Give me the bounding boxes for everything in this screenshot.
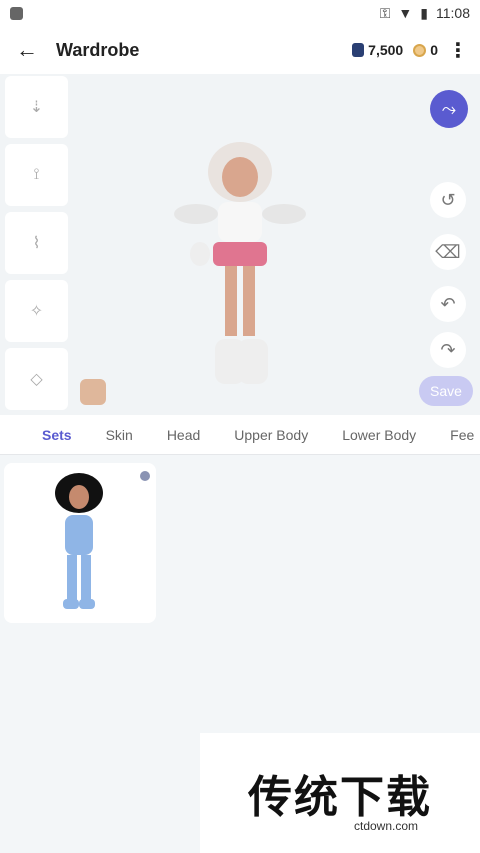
- tab-lower-body[interactable]: Lower Body: [342, 427, 416, 443]
- status-time: 11:08: [436, 5, 470, 21]
- tab-upper-body[interactable]: Upper Body: [234, 427, 308, 443]
- shared-badge-icon: [140, 471, 150, 481]
- watermark-sub: ctdown.com: [354, 819, 419, 833]
- key-icon: ⚿: [379, 4, 391, 21]
- watermark-logo: 传统下载 ctdown.com: [200, 733, 480, 853]
- set-card[interactable]: [4, 463, 156, 623]
- slot-item[interactable]: ⌇: [5, 212, 68, 274]
- redo-icon[interactable]: ↷: [430, 332, 466, 368]
- avatar-stage: ⇣ ⟟ ⌇ ✧ ◇ ⤳ ↺ ⌫ ↶ ↷ Save: [0, 74, 480, 415]
- wifi-icon: ▼: [398, 5, 413, 21]
- skin-color-swatch[interactable]: [80, 379, 106, 405]
- app-bar: ← Wardrobe 7,500 0 ⋮: [0, 26, 480, 74]
- slot-item[interactable]: ◇: [5, 348, 68, 410]
- tab-feet[interactable]: Fee: [450, 427, 474, 443]
- more-options-icon[interactable]: ⋮: [448, 38, 468, 63]
- battery-icon: ▮: [420, 4, 428, 21]
- set-avatar-image: [55, 473, 103, 609]
- slot-item[interactable]: ⟟: [5, 144, 68, 206]
- gem-icon: [352, 43, 365, 57]
- tab-skin[interactable]: Skin: [106, 427, 133, 443]
- reset-icon[interactable]: ↺: [430, 182, 466, 218]
- undo-icon[interactable]: ↶: [430, 286, 466, 322]
- coin-count: 0: [430, 42, 438, 58]
- slot-item[interactable]: ⇣: [5, 76, 68, 138]
- share-icon[interactable]: ⤳: [430, 90, 468, 128]
- back-arrow-icon[interactable]: ←: [16, 37, 44, 63]
- status-bar: ⚿ ▼ ▮ 11:08: [0, 0, 480, 26]
- eraser-icon[interactable]: ⌫: [430, 234, 466, 270]
- watermark-text: 传统下载: [248, 773, 432, 822]
- avatar-figure: [174, 142, 306, 384]
- status-notification-icon: [10, 6, 23, 20]
- tab-head[interactable]: Head: [167, 427, 200, 443]
- coin-balance[interactable]: 0: [413, 42, 438, 58]
- status-right: ⚿ ▼ ▮ 11:08: [380, 5, 470, 22]
- save-button[interactable]: Save: [419, 376, 473, 406]
- category-tabs: Sets Skin Head Upper Body Lower Body Fee: [0, 415, 480, 455]
- page-title: Wardrobe: [56, 39, 140, 60]
- coin-icon: [413, 43, 427, 57]
- gem-count: 7,500: [368, 42, 404, 58]
- tab-sets[interactable]: Sets: [42, 427, 72, 443]
- gem-balance[interactable]: 7,500: [352, 42, 403, 58]
- slot-item[interactable]: ✧: [5, 280, 68, 342]
- equipped-slots: ⇣ ⟟ ⌇ ✧ ◇: [5, 76, 69, 416]
